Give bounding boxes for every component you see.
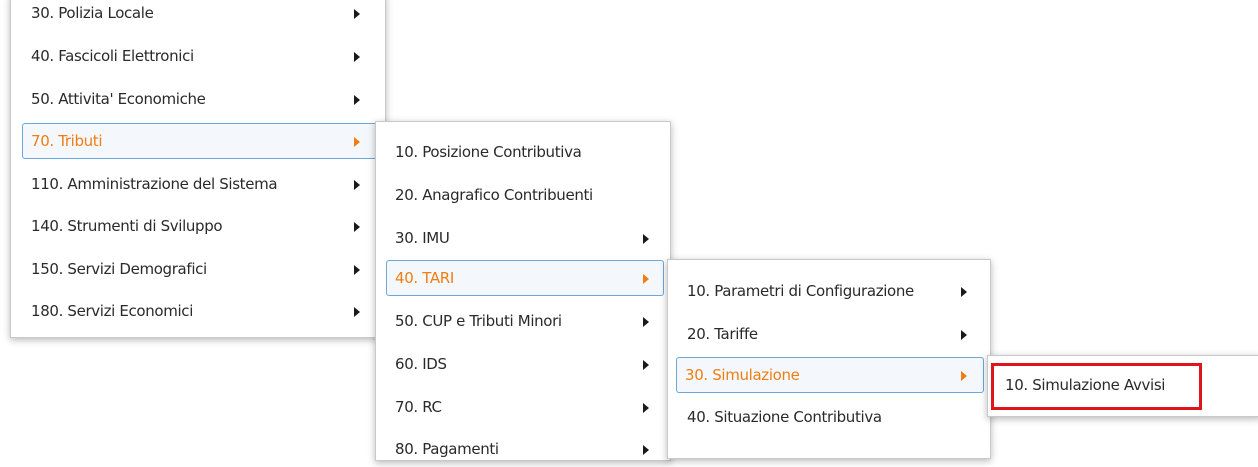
menu-item-anagrafico-contribuenti[interactable]: 20. Anagrafico Contribuenti	[386, 177, 664, 213]
menu-item-imu[interactable]: 30. IMU	[386, 220, 664, 256]
menu-item-ids[interactable]: 60. IDS	[386, 346, 664, 382]
menu-item-label: 60. IDS	[395, 355, 447, 373]
submenu-arrow-icon	[354, 307, 360, 317]
menu-item-strumenti-sviluppo[interactable]: 140. Strumenti di Sviluppo	[22, 208, 378, 244]
menu-item-label: 50. Attivita' Economiche	[31, 90, 206, 108]
menu-item-label: 10. Parametri di Configurazione	[687, 282, 914, 300]
menu-item-situazione-contributiva[interactable]: 40. Situazione Contributiva	[678, 399, 984, 435]
main-menu: 30. Polizia Locale 40. Fascicoli Elettro…	[10, 0, 386, 338]
menu-item-label: 40. Fascicoli Elettronici	[31, 47, 194, 65]
tari-submenu: 10. Parametri di Configurazione 20. Tari…	[667, 259, 991, 459]
menu-item-servizi-economici[interactable]: 180. Servizi Economici	[22, 293, 378, 329]
menu-item-tributi[interactable]: 70. Tributi	[22, 123, 378, 159]
menu-item-label: 70. RC	[395, 398, 442, 416]
menu-item-label: 150. Servizi Demografici	[31, 260, 207, 278]
submenu-arrow-icon	[354, 137, 360, 147]
submenu-arrow-icon	[643, 274, 649, 284]
menu-item-pagamenti[interactable]: 80. Pagamenti	[386, 431, 664, 467]
menu-item-parametri-configurazione[interactable]: 10. Parametri di Configurazione	[678, 273, 984, 309]
menu-item-label: 40. Situazione Contributiva	[687, 408, 882, 426]
submenu-arrow-icon	[961, 287, 967, 297]
menu-item-simulazione[interactable]: 30. Simulazione	[676, 357, 984, 393]
submenu-arrow-icon	[643, 403, 649, 413]
menu-item-label: 20. Tariffe	[687, 325, 758, 343]
submenu-arrow-icon	[961, 371, 967, 381]
submenu-arrow-icon	[354, 95, 360, 105]
submenu-arrow-icon	[354, 52, 360, 62]
menu-item-label: 30. Polizia Locale	[31, 4, 154, 22]
submenu-arrow-icon	[354, 265, 360, 275]
menu-item-cup-tributi-minori[interactable]: 50. CUP e Tributi Minori	[386, 303, 664, 339]
menu-item-servizi-demografici[interactable]: 150. Servizi Demografici	[22, 251, 378, 287]
menu-item-label: 180. Servizi Economici	[31, 302, 194, 320]
menu-item-label: 110. Amministrazione del Sistema	[31, 175, 278, 193]
menu-item-amministrazione-sistema[interactable]: 110. Amministrazione del Sistema	[22, 166, 378, 202]
menu-item-rc[interactable]: 70. RC	[386, 389, 664, 425]
menu-item-polizia-locale[interactable]: 30. Polizia Locale	[22, 0, 378, 31]
submenu-arrow-icon	[643, 360, 649, 370]
menu-item-label: 20. Anagrafico Contribuenti	[395, 186, 593, 204]
submenu-arrow-icon	[354, 222, 360, 232]
menu-item-posizione-contributiva[interactable]: 10. Posizione Contributiva	[386, 134, 664, 170]
menu-item-fascicoli-elettronici[interactable]: 40. Fascicoli Elettronici	[22, 38, 378, 74]
menu-item-label: 40. TARI	[395, 269, 454, 287]
submenu-arrow-icon	[354, 180, 360, 190]
menu-item-tari[interactable]: 40. TARI	[386, 260, 664, 296]
simulazione-submenu: 10. Simulazione Avvisi	[987, 355, 1258, 417]
menu-item-simulazione-avvisi[interactable]: 10. Simulazione Avvisi	[996, 367, 1196, 403]
menu-item-label: 30. IMU	[395, 229, 450, 247]
submenu-arrow-icon	[354, 9, 360, 19]
submenu-arrow-icon	[643, 317, 649, 327]
submenu-arrow-icon	[961, 330, 967, 340]
menu-item-label: 10. Simulazione Avvisi	[1005, 376, 1166, 394]
tributi-submenu: 10. Posizione Contributiva 20. Anagrafic…	[375, 121, 671, 461]
menu-item-label: 50. CUP e Tributi Minori	[395, 312, 562, 330]
menu-item-tariffe[interactable]: 20. Tariffe	[678, 316, 984, 352]
menu-item-label: 140. Strumenti di Sviluppo	[31, 217, 223, 235]
menu-item-label: 10. Posizione Contributiva	[395, 143, 582, 161]
menu-item-label: 30. Simulazione	[685, 366, 800, 384]
menu-item-label: 70. Tributi	[31, 132, 103, 150]
submenu-arrow-icon	[643, 234, 649, 244]
submenu-arrow-icon	[643, 445, 649, 455]
menu-item-label: 80. Pagamenti	[395, 440, 499, 458]
menu-item-attivita-economiche[interactable]: 50. Attivita' Economiche	[22, 81, 378, 117]
